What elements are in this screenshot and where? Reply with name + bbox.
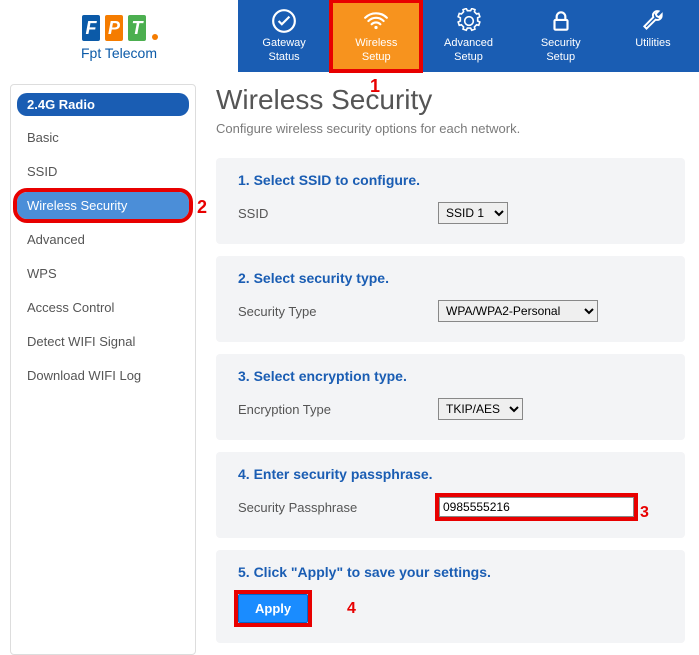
wifi-icon	[363, 8, 389, 34]
page-subtitle: Configure wireless security options for …	[216, 121, 685, 136]
logo-letter-t: T	[126, 13, 148, 43]
logo-letter-p: P	[103, 13, 125, 43]
logo-dot	[152, 34, 158, 40]
wrench-icon	[640, 8, 666, 34]
top-nav: GatewayStatus WirelessSetup AdvancedSetu…	[238, 0, 699, 72]
nav-advanced-setup[interactable]: AdvancedSetup	[422, 0, 514, 72]
label-passphrase: Security Passphrase	[238, 500, 438, 515]
lock-icon	[548, 8, 574, 34]
sidebar-item-basic[interactable]: Basic	[17, 124, 189, 151]
select-security-type[interactable]: WPA/WPA2-Personal	[438, 300, 598, 322]
section-ssid: 1. Select SSID to configure. SSID SSID 1	[216, 158, 685, 244]
section-title-5: 5. Click "Apply" to save your settings.	[238, 564, 663, 580]
sidebar-item-wireless-security[interactable]: Wireless Security	[17, 192, 189, 219]
section-title-4: 4. Enter security passphrase.	[238, 466, 663, 482]
nav-utilities[interactable]: Utilities	[607, 0, 699, 72]
section-title-3: 3. Select encryption type.	[238, 368, 663, 384]
input-passphrase[interactable]	[439, 497, 634, 517]
sidebar-item-access-control[interactable]: Access Control	[17, 294, 189, 321]
logo-letter-f: F	[80, 13, 102, 43]
section-title-2: 2. Select security type.	[238, 270, 663, 286]
section-apply: 5. Click "Apply" to save your settings. …	[216, 550, 685, 643]
sidebar-item-advanced[interactable]: Advanced	[17, 226, 189, 253]
nav-wireless-setup[interactable]: WirelessSetup	[330, 0, 422, 72]
check-circle-icon	[271, 8, 297, 34]
content: Wireless Security Configure wireless sec…	[216, 84, 689, 655]
sidebar-item-ssid[interactable]: SSID	[17, 158, 189, 185]
section-title-1: 1. Select SSID to configure.	[238, 172, 663, 188]
nav-security-setup[interactable]: SecuritySetup	[515, 0, 607, 72]
label-ssid: SSID	[238, 206, 438, 221]
brand-name: Fpt Telecom	[81, 45, 157, 61]
section-encryption-type: 3. Select encryption type. Encryption Ty…	[216, 354, 685, 440]
apply-button[interactable]: Apply	[238, 594, 308, 623]
logo: F P T	[80, 13, 158, 43]
page-title: Wireless Security	[216, 84, 685, 116]
select-ssid[interactable]: SSID 1	[438, 202, 508, 224]
section-passphrase: 4. Enter security passphrase. Security P…	[216, 452, 685, 538]
section-security-type: 2. Select security type. Security Type W…	[216, 256, 685, 342]
sidebar-item-download-log[interactable]: Download WIFI Log	[17, 362, 189, 389]
label-security-type: Security Type	[238, 304, 438, 319]
sidebar-item-detect-wifi[interactable]: Detect WIFI Signal	[17, 328, 189, 355]
annotation-1: 1	[370, 76, 380, 97]
annotation-2: 2	[197, 197, 207, 218]
sidebar-header: 2.4G Radio	[17, 93, 189, 116]
annotation-3: 3	[640, 504, 649, 522]
select-encryption-type[interactable]: TKIP/AES	[438, 398, 523, 420]
sidebar: 2.4G Radio Basic SSID Wireless Security …	[10, 84, 196, 655]
annotation-4: 4	[347, 600, 356, 618]
nav-gateway-status[interactable]: GatewayStatus	[238, 0, 330, 72]
gear-icon	[456, 8, 482, 34]
logo-area: F P T Fpt Telecom	[0, 0, 238, 72]
label-encryption-type: Encryption Type	[238, 402, 438, 417]
sidebar-item-wps[interactable]: WPS	[17, 260, 189, 287]
